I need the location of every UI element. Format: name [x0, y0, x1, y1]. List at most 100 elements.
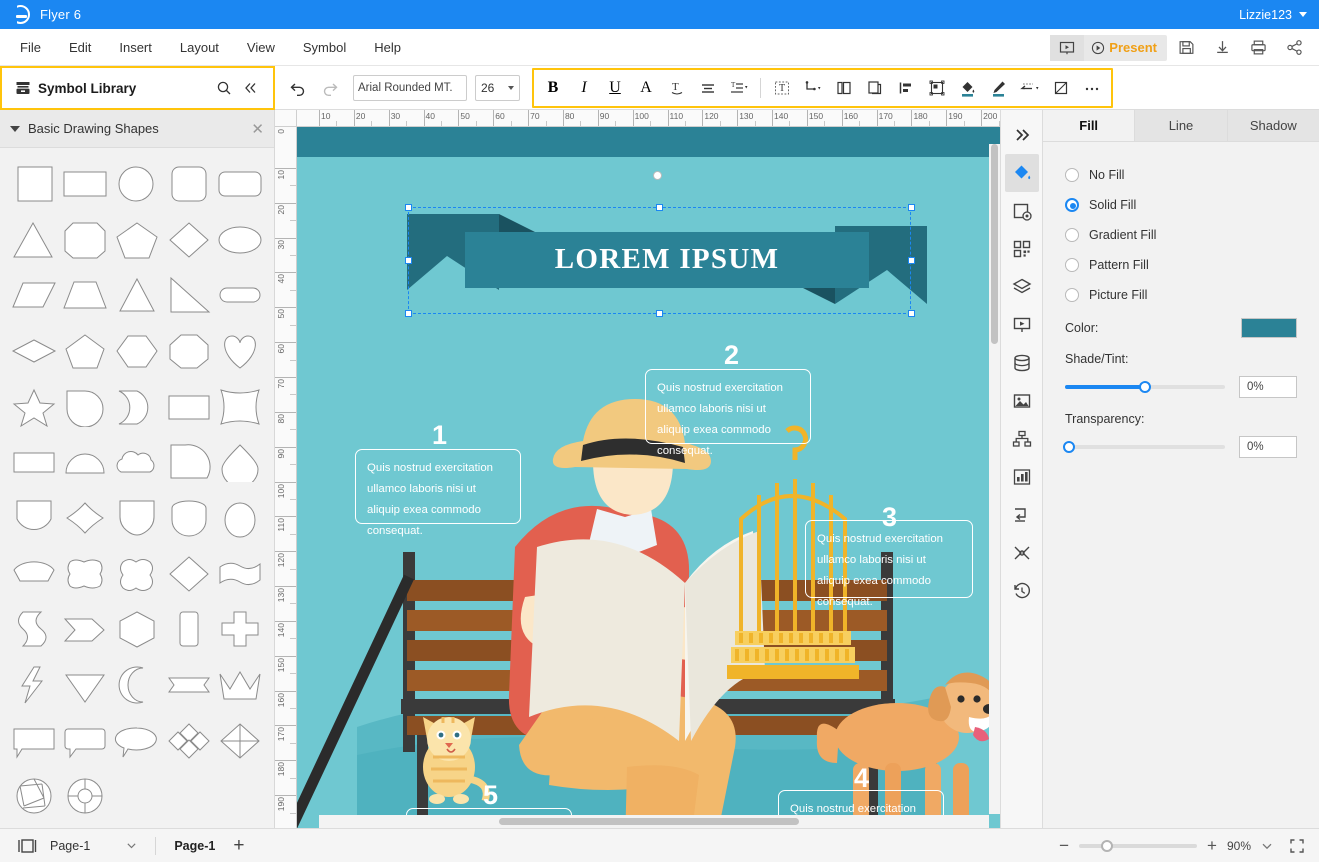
option-no-fill[interactable]: No Fill	[1065, 160, 1297, 190]
shape-callout-ellipse[interactable]	[111, 717, 163, 765]
shape-pie-quarter[interactable]	[163, 438, 215, 486]
callout-1[interactable]: Quis nostrud exercitation ullamco labori…	[355, 449, 521, 537]
fill-bucket-icon[interactable]	[1004, 154, 1039, 192]
shape-pentagon-2[interactable]	[60, 327, 112, 375]
option-solid-fill[interactable]: Solid Fill	[1065, 190, 1297, 220]
shape-quarter-round[interactable]	[60, 383, 112, 431]
radio-pattern-fill[interactable]	[1065, 258, 1079, 272]
history-icon[interactable]	[1005, 572, 1039, 610]
fill-color-button[interactable]	[953, 73, 983, 103]
shape-pill[interactable]	[214, 271, 266, 319]
plus-icon[interactable]: +	[1207, 837, 1217, 854]
chart-icon[interactable]	[1005, 458, 1039, 496]
menu-edit[interactable]: Edit	[55, 29, 105, 66]
shape-narrow-triangle[interactable]	[111, 271, 163, 319]
undo-icon[interactable]	[283, 73, 313, 103]
shape-rect-3[interactable]	[8, 438, 60, 486]
shadow-button[interactable]	[1046, 73, 1076, 103]
shape-callout-rounded[interactable]	[60, 717, 112, 765]
menu-file[interactable]: File	[6, 29, 55, 66]
shape-gem[interactable]	[60, 661, 112, 709]
line-color-button[interactable]	[984, 73, 1014, 103]
vertical-scrollbar[interactable]	[989, 144, 1000, 814]
document-page[interactable]: LOREM IPSUM 1 Quis nostrud exercitation …	[297, 127, 1000, 828]
shape-hexagon-2[interactable]	[111, 605, 163, 653]
shape-trapezoid[interactable]	[60, 271, 112, 319]
shape-triangle[interactable]	[8, 216, 60, 264]
page-tab-1[interactable]: Page-1	[164, 839, 225, 853]
underline-button[interactable]: U	[600, 73, 630, 103]
minus-icon[interactable]: −	[1059, 837, 1069, 854]
text-curve-button[interactable]: T	[662, 73, 692, 103]
resize-handle-br[interactable]	[908, 310, 915, 317]
shape-half-circle[interactable]	[60, 438, 112, 486]
present-button[interactable]: Present	[1084, 35, 1167, 61]
radio-solid-fill[interactable]	[1065, 198, 1079, 212]
tab-shadow[interactable]: Shadow	[1227, 110, 1319, 141]
text-box-button[interactable]: T	[767, 73, 797, 103]
shape-ornate-frame[interactable]	[111, 550, 163, 598]
canvas-scroll[interactable]: LOREM IPSUM 1 Quis nostrud exercitation …	[297, 127, 1000, 828]
shape-aperture[interactable]	[8, 772, 60, 820]
vertical-scroll-thumb[interactable]	[991, 144, 998, 344]
shape-pentagon[interactable]	[111, 216, 163, 264]
shape-octagon[interactable]	[163, 327, 215, 375]
menu-layout[interactable]: Layout	[166, 29, 233, 66]
line-spacing-button[interactable]: T	[724, 73, 754, 103]
shape-circle[interactable]	[111, 160, 163, 208]
callout-2[interactable]: Quis nostrud exercitation ullamco labori…	[645, 369, 811, 457]
callout-3[interactable]: Quis nostrud exercitation ullamco labori…	[805, 520, 973, 608]
shape-egg[interactable]	[214, 494, 266, 542]
align-left-button[interactable]	[891, 73, 921, 103]
color-swatch[interactable]	[1241, 318, 1297, 338]
shape-vertical-rounded-rect[interactable]	[163, 605, 215, 653]
transparency-value[interactable]: 0%	[1239, 436, 1297, 458]
shape-shield-2[interactable]	[111, 494, 163, 542]
resize-handle-ml[interactable]	[405, 257, 412, 264]
shape-moon[interactable]	[111, 661, 163, 709]
option-picture-fill[interactable]: Picture Fill	[1065, 280, 1297, 310]
layers-icon[interactable]	[1005, 268, 1039, 306]
shape-diamond-2[interactable]	[163, 550, 215, 598]
presentation-view-icon[interactable]	[1050, 34, 1085, 61]
italic-button[interactable]: I	[569, 73, 599, 103]
shape-shield[interactable]	[8, 494, 60, 542]
option-gradient-fill[interactable]: Gradient Fill	[1065, 220, 1297, 250]
menu-help[interactable]: Help	[360, 29, 415, 66]
search-icon[interactable]	[211, 80, 237, 96]
shape-four-diamonds[interactable]	[163, 717, 215, 765]
bold-button[interactable]: B	[538, 73, 568, 103]
shape-fan[interactable]	[8, 550, 60, 598]
shape-hexagon[interactable]	[111, 327, 163, 375]
shape-crown[interactable]	[214, 661, 266, 709]
double-chevron-left-icon[interactable]	[237, 80, 263, 96]
shape-octagon-square[interactable]	[60, 216, 112, 264]
tab-fill[interactable]: Fill	[1043, 110, 1136, 141]
more-button[interactable]	[1077, 73, 1107, 103]
shape-star[interactable]	[8, 383, 60, 431]
zoom-slider[interactable]	[1079, 839, 1198, 853]
symbol-library-header[interactable]: Symbol Library	[0, 66, 275, 110]
shape-parallelogram[interactable]	[8, 271, 60, 319]
font-size-select[interactable]: 26	[475, 74, 520, 101]
radio-picture-fill[interactable]	[1065, 288, 1079, 302]
shape-group-header[interactable]: Basic Drawing Shapes ✕	[0, 110, 274, 148]
radio-gradient-fill[interactable]	[1065, 228, 1079, 242]
user-menu[interactable]: Lizzie123	[1239, 0, 1307, 29]
tab-line[interactable]: Line	[1135, 110, 1228, 141]
shape-cloud[interactable]	[111, 438, 163, 486]
shape-chevron-arrow[interactable]	[60, 605, 112, 653]
transparency-slider[interactable]	[1063, 439, 1225, 455]
horizontal-scroll-thumb[interactable]	[499, 818, 799, 825]
flowchart-icon[interactable]	[1005, 496, 1039, 534]
menu-view[interactable]: View	[233, 29, 289, 66]
resize-handle-bl[interactable]	[405, 310, 412, 317]
zoom-knob[interactable]	[1101, 839, 1114, 852]
shape-concave-square[interactable]	[214, 383, 266, 431]
shape-rounded-square[interactable]	[163, 160, 215, 208]
picture-icon[interactable]	[1005, 382, 1039, 420]
resize-handle-tl[interactable]	[405, 204, 412, 211]
resize-handle-tr[interactable]	[908, 204, 915, 211]
font-family-select[interactable]: Arial Rounded MT.	[353, 74, 467, 101]
shape-divided-diamond[interactable]	[214, 717, 266, 765]
